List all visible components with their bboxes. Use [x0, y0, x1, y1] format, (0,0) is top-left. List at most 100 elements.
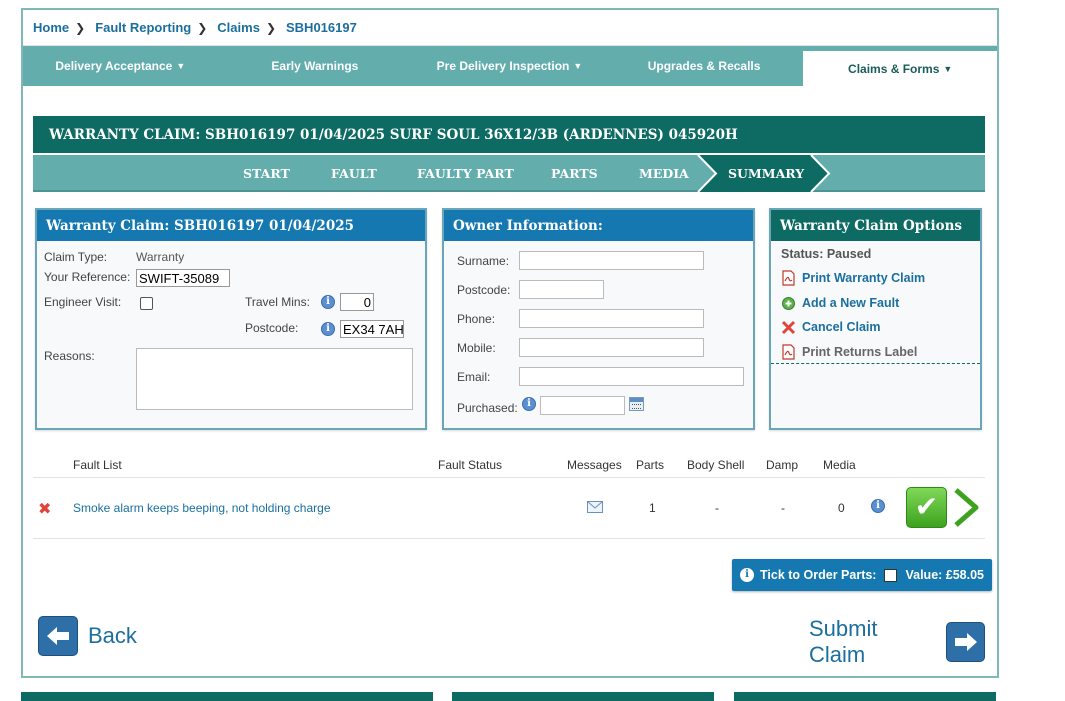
claim-type-value: Warranty: [136, 250, 185, 264]
nav-claims-forms[interactable]: Claims & Forms ▼: [803, 51, 997, 86]
chevron-right-icon: ❯: [265, 20, 276, 35]
damp-value: -: [781, 501, 785, 515]
info-icon[interactable]: i: [740, 568, 754, 582]
close-icon: [781, 319, 796, 335]
nav-label: Upgrades & Recalls: [647, 59, 761, 73]
caret-down-icon: ▼: [573, 61, 583, 71]
claim-status: Status: Paused: [781, 247, 872, 261]
email-label: Email:: [457, 370, 491, 384]
info-icon[interactable]: i: [871, 499, 885, 513]
col-messages: Messages: [567, 458, 622, 472]
delete-fault-icon[interactable]: ✖: [38, 499, 51, 519]
purchased-label: Purchased:: [457, 401, 518, 415]
engineer-visit-label: Engineer Visit:: [44, 295, 122, 309]
step-summary[interactable]: SUMMARY: [728, 155, 804, 192]
nav-label: Delivery Acceptance: [55, 59, 173, 73]
mobile-input[interactable]: [519, 338, 704, 357]
link-label: Add a New Fault: [802, 296, 900, 310]
pdf-icon: [781, 270, 796, 286]
order-parts-bar: i Tick to Order Parts: Value: £58.05: [732, 559, 992, 591]
order-parts-checkbox[interactable]: [884, 568, 898, 582]
your-reference-label: Your Reference:: [44, 270, 131, 284]
nav-label: Early Warnings: [271, 59, 359, 73]
surname-input[interactable]: [519, 251, 704, 270]
info-icon[interactable]: i: [321, 322, 335, 336]
surname-label: Surname:: [457, 254, 510, 268]
travel-mins-input[interactable]: 0: [340, 293, 374, 311]
panel-title: Warranty Claim Options: [771, 210, 980, 241]
add-new-fault-link[interactable]: Add a New Fault: [781, 295, 899, 311]
phone-label: Phone:: [457, 312, 496, 326]
col-media: Media: [823, 458, 856, 472]
claim-header: WARRANTY CLAIM: SBH016197 01/04/2025 SUR…: [33, 116, 985, 153]
arrow-right-icon: [946, 622, 985, 662]
chevron-right-icon[interactable]: [951, 487, 981, 531]
owner-info-panel: Owner Information: Surname: Postcode: Ph…: [442, 208, 755, 430]
warranty-claim-panel: Warranty Claim: SBH016197 01/04/2025 Cla…: [35, 208, 427, 430]
email-input[interactable]: [519, 367, 744, 386]
divider: [33, 538, 985, 539]
print-warranty-claim-link[interactable]: Print Warranty Claim: [781, 270, 925, 286]
panel-title: Warranty Claim: SBH016197 01/04/2025: [37, 210, 425, 241]
approve-check-icon[interactable]: ✔: [906, 487, 947, 528]
claim-type-label: Claim Type:: [44, 250, 108, 264]
phone-input[interactable]: [519, 309, 704, 328]
fault-description-link[interactable]: Smoke alarm keeps beeping, not holding c…: [73, 501, 331, 515]
link-label: Print Warranty Claim: [802, 271, 926, 285]
travel-mins-label: Travel Mins:: [245, 295, 310, 309]
postcode-input[interactable]: EX34 7AH: [340, 320, 404, 338]
engineer-visit-checkbox[interactable]: [140, 297, 153, 310]
body-shell-value: -: [715, 501, 719, 515]
col-body-shell: Body Shell: [687, 458, 745, 472]
link-label: Cancel Claim: [802, 320, 881, 334]
breadcrumb-fault-reporting[interactable]: Fault Reporting: [95, 20, 191, 35]
owner-postcode-label: Postcode:: [457, 283, 511, 297]
order-parts-value: Value: £58.05: [905, 568, 985, 582]
back-label: Back: [88, 623, 137, 648]
breadcrumb: Home ❯ Fault Reporting ❯ Claims ❯ SBH016…: [23, 10, 997, 46]
media-count: 0: [838, 501, 845, 515]
arrow-left-icon: [38, 616, 78, 656]
breadcrumb-home[interactable]: Home: [33, 20, 69, 35]
parts-count: 1: [649, 501, 656, 515]
claim-options-panel: Warranty Claim Options Status: Paused Pr…: [769, 208, 982, 430]
print-returns-label-link[interactable]: Print Returns Label: [781, 344, 917, 360]
calendar-icon[interactable]: [629, 397, 644, 411]
claim-content: WARRANTY CLAIM: SBH016197 01/04/2025 SUR…: [33, 116, 992, 667]
caret-down-icon: ▼: [176, 61, 186, 71]
breadcrumb-claims[interactable]: Claims: [217, 20, 260, 35]
bottom-panel-2: [452, 692, 714, 701]
your-reference-input[interactable]: SWIFT-35089: [136, 269, 230, 287]
nav-pre-delivery-inspection[interactable]: Pre Delivery Inspection ▼: [412, 46, 607, 86]
nav-label: Pre Delivery Inspection: [436, 59, 570, 73]
purchased-date-input[interactable]: [540, 396, 625, 415]
col-damp: Damp: [766, 458, 799, 472]
mobile-label: Mobile:: [457, 341, 496, 355]
chevron-right-icon: ❯: [197, 20, 208, 35]
owner-postcode-input[interactable]: [519, 280, 604, 299]
col-parts: Parts: [636, 458, 665, 472]
link-label: Print Returns Label: [802, 345, 918, 359]
submit-claim-button[interactable]: Submit Claim: [809, 616, 985, 668]
nav-early-warnings[interactable]: Early Warnings: [218, 46, 413, 86]
info-icon[interactable]: i: [321, 295, 335, 309]
col-fault-status: Fault Status: [438, 458, 503, 472]
order-parts-label: Tick to Order Parts:: [760, 568, 877, 582]
nav-upgrades-recalls[interactable]: Upgrades & Recalls: [607, 46, 802, 86]
plus-circle-icon: [781, 295, 796, 311]
info-icon[interactable]: i: [522, 397, 536, 411]
main-nav: Delivery Acceptance ▼ Early Warnings Pre…: [23, 46, 997, 86]
cancel-claim-link[interactable]: Cancel Claim: [781, 319, 881, 335]
divider: [33, 477, 985, 478]
bottom-panel-3: [734, 692, 996, 701]
back-button[interactable]: Back: [38, 616, 137, 656]
postcode-label: Postcode:: [245, 321, 299, 335]
nav-delivery-acceptance[interactable]: Delivery Acceptance ▼: [23, 46, 218, 86]
reasons-label: Reasons:: [44, 349, 95, 363]
breadcrumb-claim-id[interactable]: SBH016197: [286, 20, 357, 35]
caret-down-icon: ▼: [943, 63, 953, 74]
reasons-textarea[interactable]: [136, 348, 413, 410]
panel-title: Owner Information:: [444, 210, 753, 241]
main-frame: Home ❯ Fault Reporting ❯ Claims ❯ SBH016…: [21, 8, 999, 678]
envelope-icon[interactable]: [587, 501, 603, 516]
